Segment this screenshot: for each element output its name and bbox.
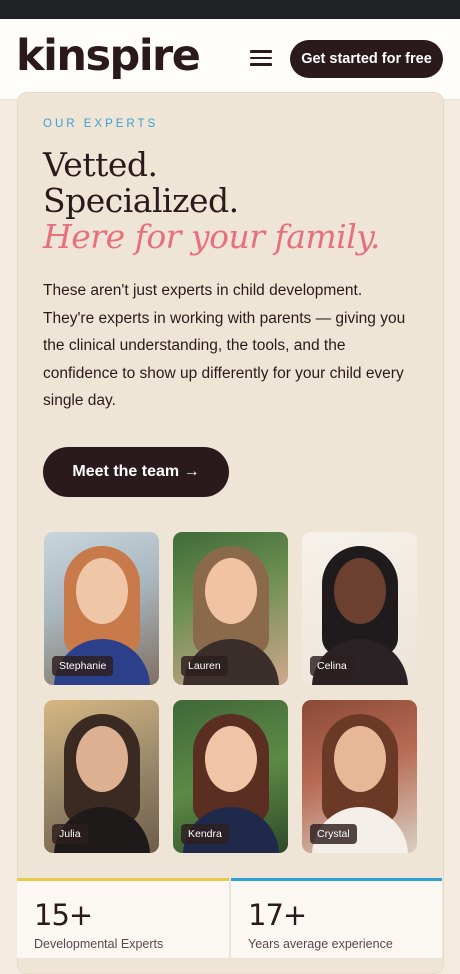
site-header: kinspire Get started for free	[0, 19, 460, 100]
kinspire-logo[interactable]: kinspire	[16, 31, 201, 81]
expert-photo-julia[interactable]: Julia	[44, 700, 159, 853]
stat-accent-bar	[17, 878, 229, 881]
portrait-face	[333, 558, 386, 624]
portrait-face	[204, 726, 257, 792]
portrait-face	[75, 558, 128, 624]
portrait-face	[333, 726, 386, 792]
section-headline: Vetted. Specialized. Here for your famil…	[43, 147, 443, 255]
expert-name: Kendra	[181, 824, 229, 844]
status-bar	[0, 0, 460, 19]
headline-line-1: Vetted.	[43, 145, 158, 184]
stats-row: 15+ Developmental Experts 17+ Years aver…	[17, 878, 442, 958]
expert-name: Celina	[310, 656, 354, 676]
meet-the-team-button[interactable]: Meet the team →	[43, 447, 229, 497]
stat-label: Developmental Experts	[34, 937, 164, 951]
portrait-face	[75, 726, 128, 792]
stat-card-experts: 15+ Developmental Experts	[17, 878, 229, 958]
expert-name: Lauren	[181, 656, 228, 676]
expert-photo-celina[interactable]: Celina	[302, 532, 417, 685]
expert-name: Julia	[52, 824, 88, 844]
expert-photo-lauren[interactable]: Lauren	[173, 532, 288, 685]
section-description: These aren't just experts in child devel…	[43, 282, 406, 409]
expert-name: Crystal	[310, 824, 357, 844]
expert-photo-stephanie[interactable]: Stephanie	[44, 532, 159, 685]
expert-photo-kendra[interactable]: Kendra	[173, 700, 288, 853]
headline-line-2: Specialized.	[43, 181, 239, 220]
stat-accent-bar	[231, 878, 442, 881]
headline-accent: Here for your family.	[43, 217, 381, 256]
get-started-button[interactable]: Get started for free	[290, 40, 443, 78]
stat-label: Years average experience	[248, 937, 393, 951]
stat-card-experience: 17+ Years average experience	[231, 878, 442, 958]
expert-name: Stephanie	[52, 656, 114, 676]
section-eyebrow: OUR EXPERTS	[43, 118, 159, 130]
expert-photo-crystal[interactable]: Crystal	[302, 700, 417, 853]
stat-value: 15+	[34, 898, 93, 932]
stat-value: 17+	[248, 898, 307, 932]
portrait-face	[204, 558, 257, 624]
hamburger-menu-icon[interactable]	[250, 50, 272, 68]
